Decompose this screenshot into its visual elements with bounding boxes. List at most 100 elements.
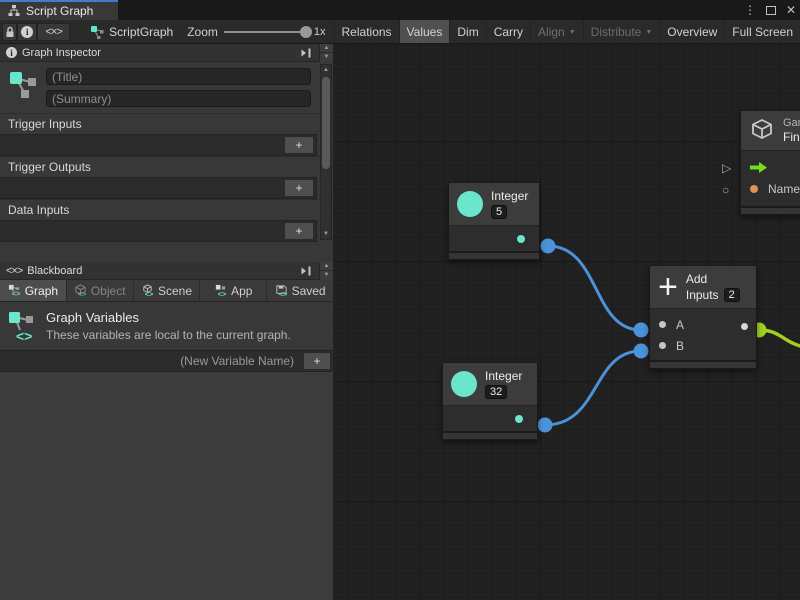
node-title: Integer: [485, 369, 522, 383]
tab-scene[interactable]: <> Scene: [134, 280, 200, 301]
add-data-input-button[interactable]: +: [284, 222, 314, 240]
graph-inspector-header: i Graph Inspector ▲▼: [0, 44, 333, 62]
svg-text:<>: <>: [16, 328, 32, 344]
add-variable-button[interactable]: +: [303, 352, 331, 370]
align-button[interactable]: Align▼: [530, 20, 583, 43]
trigger-inputs-list: +: [0, 134, 317, 156]
angle-x-icon: <×>: [6, 265, 22, 277]
new-variable-input[interactable]: [2, 353, 300, 369]
integer-node-5[interactable]: Integer 5: [448, 182, 540, 260]
title-field[interactable]: [46, 68, 311, 85]
trigger-outputs-label: Trigger Outputs: [0, 156, 333, 177]
graph-meta-fields: [0, 62, 333, 113]
trigger-port-outline-icon[interactable]: ▷: [722, 161, 731, 175]
input-port-a[interactable]: [659, 321, 666, 328]
port-row-b: B: [650, 335, 756, 356]
graph-inspector-title: Graph Inspector: [22, 47, 293, 59]
trigger-inputs-label: Trigger Inputs: [0, 113, 333, 134]
zoom-control: Zoom 1x: [187, 25, 325, 39]
up-arrow-icon[interactable]: ▲: [320, 44, 333, 54]
tab-script-graph[interactable]: Script Graph: [0, 0, 118, 20]
add-trigger-output-button[interactable]: +: [284, 179, 314, 197]
object-tab-icon: <>: [74, 284, 87, 297]
graph-hierarchy-icon: [8, 5, 20, 17]
add-trigger-input-button[interactable]: +: [284, 136, 314, 154]
wire-endpoint[interactable]: [634, 323, 649, 338]
zoom-value: 1x: [314, 26, 326, 38]
graph-toolbar: i <×> ScriptGraph Zoom 1x Relations Valu…: [0, 20, 800, 44]
add-node[interactable]: + Add Inputs 2 A B: [649, 265, 757, 369]
dock-icon[interactable]: [298, 46, 314, 60]
node-title: Find: [783, 130, 800, 144]
data-port-outline-icon[interactable]: ○: [722, 183, 729, 197]
output-port[interactable]: [741, 323, 748, 330]
zoom-slider-handle[interactable]: [300, 26, 312, 38]
svg-text:<>: <>: [78, 290, 87, 297]
dock-icon[interactable]: [298, 264, 314, 278]
port-b-label: B: [676, 339, 684, 353]
tab-app[interactable]: <> App: [200, 280, 266, 301]
carry-button[interactable]: Carry: [486, 20, 530, 43]
trigger-arrow-icon[interactable]: [750, 162, 767, 173]
inspector-toggle-button[interactable]: i: [17, 23, 37, 41]
integer-value-field[interactable]: 32: [485, 385, 507, 399]
wire-integer32-to-b[interactable]: [545, 351, 641, 425]
wire-integer5-to-a[interactable]: [548, 246, 641, 330]
scrollbar-thumb[interactable]: [322, 77, 330, 169]
integer-value-field[interactable]: 5: [491, 205, 507, 219]
tab-graph[interactable]: <> Graph: [0, 280, 66, 301]
inspector-scrollbar[interactable]: ▲ ▼: [320, 64, 332, 240]
values-button[interactable]: Values: [399, 20, 450, 43]
overview-button[interactable]: Overview: [659, 20, 724, 43]
output-port[interactable]: [517, 235, 525, 243]
graph-breadcrumb[interactable]: ScriptGraph: [90, 25, 173, 39]
blackboard-tabs: <> Graph <> Object <> Scene <> App <> Sa…: [0, 280, 333, 302]
maximize-icon[interactable]: [766, 6, 776, 15]
wire-endpoint[interactable]: [541, 239, 556, 254]
scroll-down-icon[interactable]: ▼: [323, 229, 329, 239]
port-row-a: A: [650, 314, 756, 335]
relations-button[interactable]: Relations: [334, 20, 399, 43]
graph-tab-icon: <>: [8, 284, 21, 297]
dim-button[interactable]: Dim: [449, 20, 485, 43]
scroll-up-icon[interactable]: ▲: [323, 65, 329, 75]
info-icon: i: [21, 26, 33, 38]
inputs-label: Inputs: [686, 288, 719, 302]
pane-scroll-arrows[interactable]: ▲▼: [319, 44, 333, 62]
name-input-port[interactable]: [750, 185, 758, 193]
code-view-button[interactable]: <×>: [37, 23, 70, 41]
summary-field[interactable]: [46, 90, 311, 107]
tab-bar: Script Graph ⋮ ✕: [0, 0, 800, 20]
distribute-button[interactable]: Distribute▼: [583, 20, 660, 43]
close-icon[interactable]: ✕: [786, 3, 796, 17]
graph-variables-heading: Graph Variables: [46, 310, 291, 325]
tab-object[interactable]: <> Object: [67, 280, 133, 301]
integer-node-32[interactable]: Integer 32: [442, 362, 538, 440]
lock-button[interactable]: [2, 23, 17, 41]
pane-scroll-arrows[interactable]: ▲▼: [319, 262, 333, 280]
full-screen-button[interactable]: Full Screen: [724, 20, 800, 43]
kebab-menu-icon[interactable]: ⋮: [744, 3, 756, 17]
zoom-slider[interactable]: [224, 31, 308, 33]
name-port-label: Name: [768, 182, 800, 196]
up-arrow-icon[interactable]: ▲: [320, 262, 333, 272]
tab-saved[interactable]: <> Saved: [267, 280, 333, 301]
blackboard-empty-area: [0, 372, 333, 600]
blackboard-header: <×> Blackboard ▲▼: [0, 262, 333, 280]
zoom-label: Zoom: [187, 25, 218, 39]
wire-endpoint[interactable]: [538, 418, 553, 433]
gameobject-find-node[interactable]: GameObject Find Name: [740, 110, 800, 215]
graph-canvas[interactable]: Integer 5 Integer 32: [334, 44, 800, 600]
input-port-b[interactable]: [659, 342, 666, 349]
lock-icon: [5, 26, 15, 38]
info-icon: i: [6, 47, 17, 58]
down-arrow-icon[interactable]: ▼: [320, 271, 333, 280]
down-arrow-icon[interactable]: ▼: [320, 53, 333, 62]
output-port[interactable]: [515, 415, 523, 423]
integer-type-icon: [451, 371, 477, 397]
window-controls: ⋮ ✕: [744, 0, 796, 20]
wire-endpoint[interactable]: [634, 344, 649, 359]
app-tab-icon: <>: [214, 284, 227, 297]
blackboard-title: Blackboard: [27, 265, 293, 277]
inputs-count-field[interactable]: 2: [724, 288, 740, 302]
